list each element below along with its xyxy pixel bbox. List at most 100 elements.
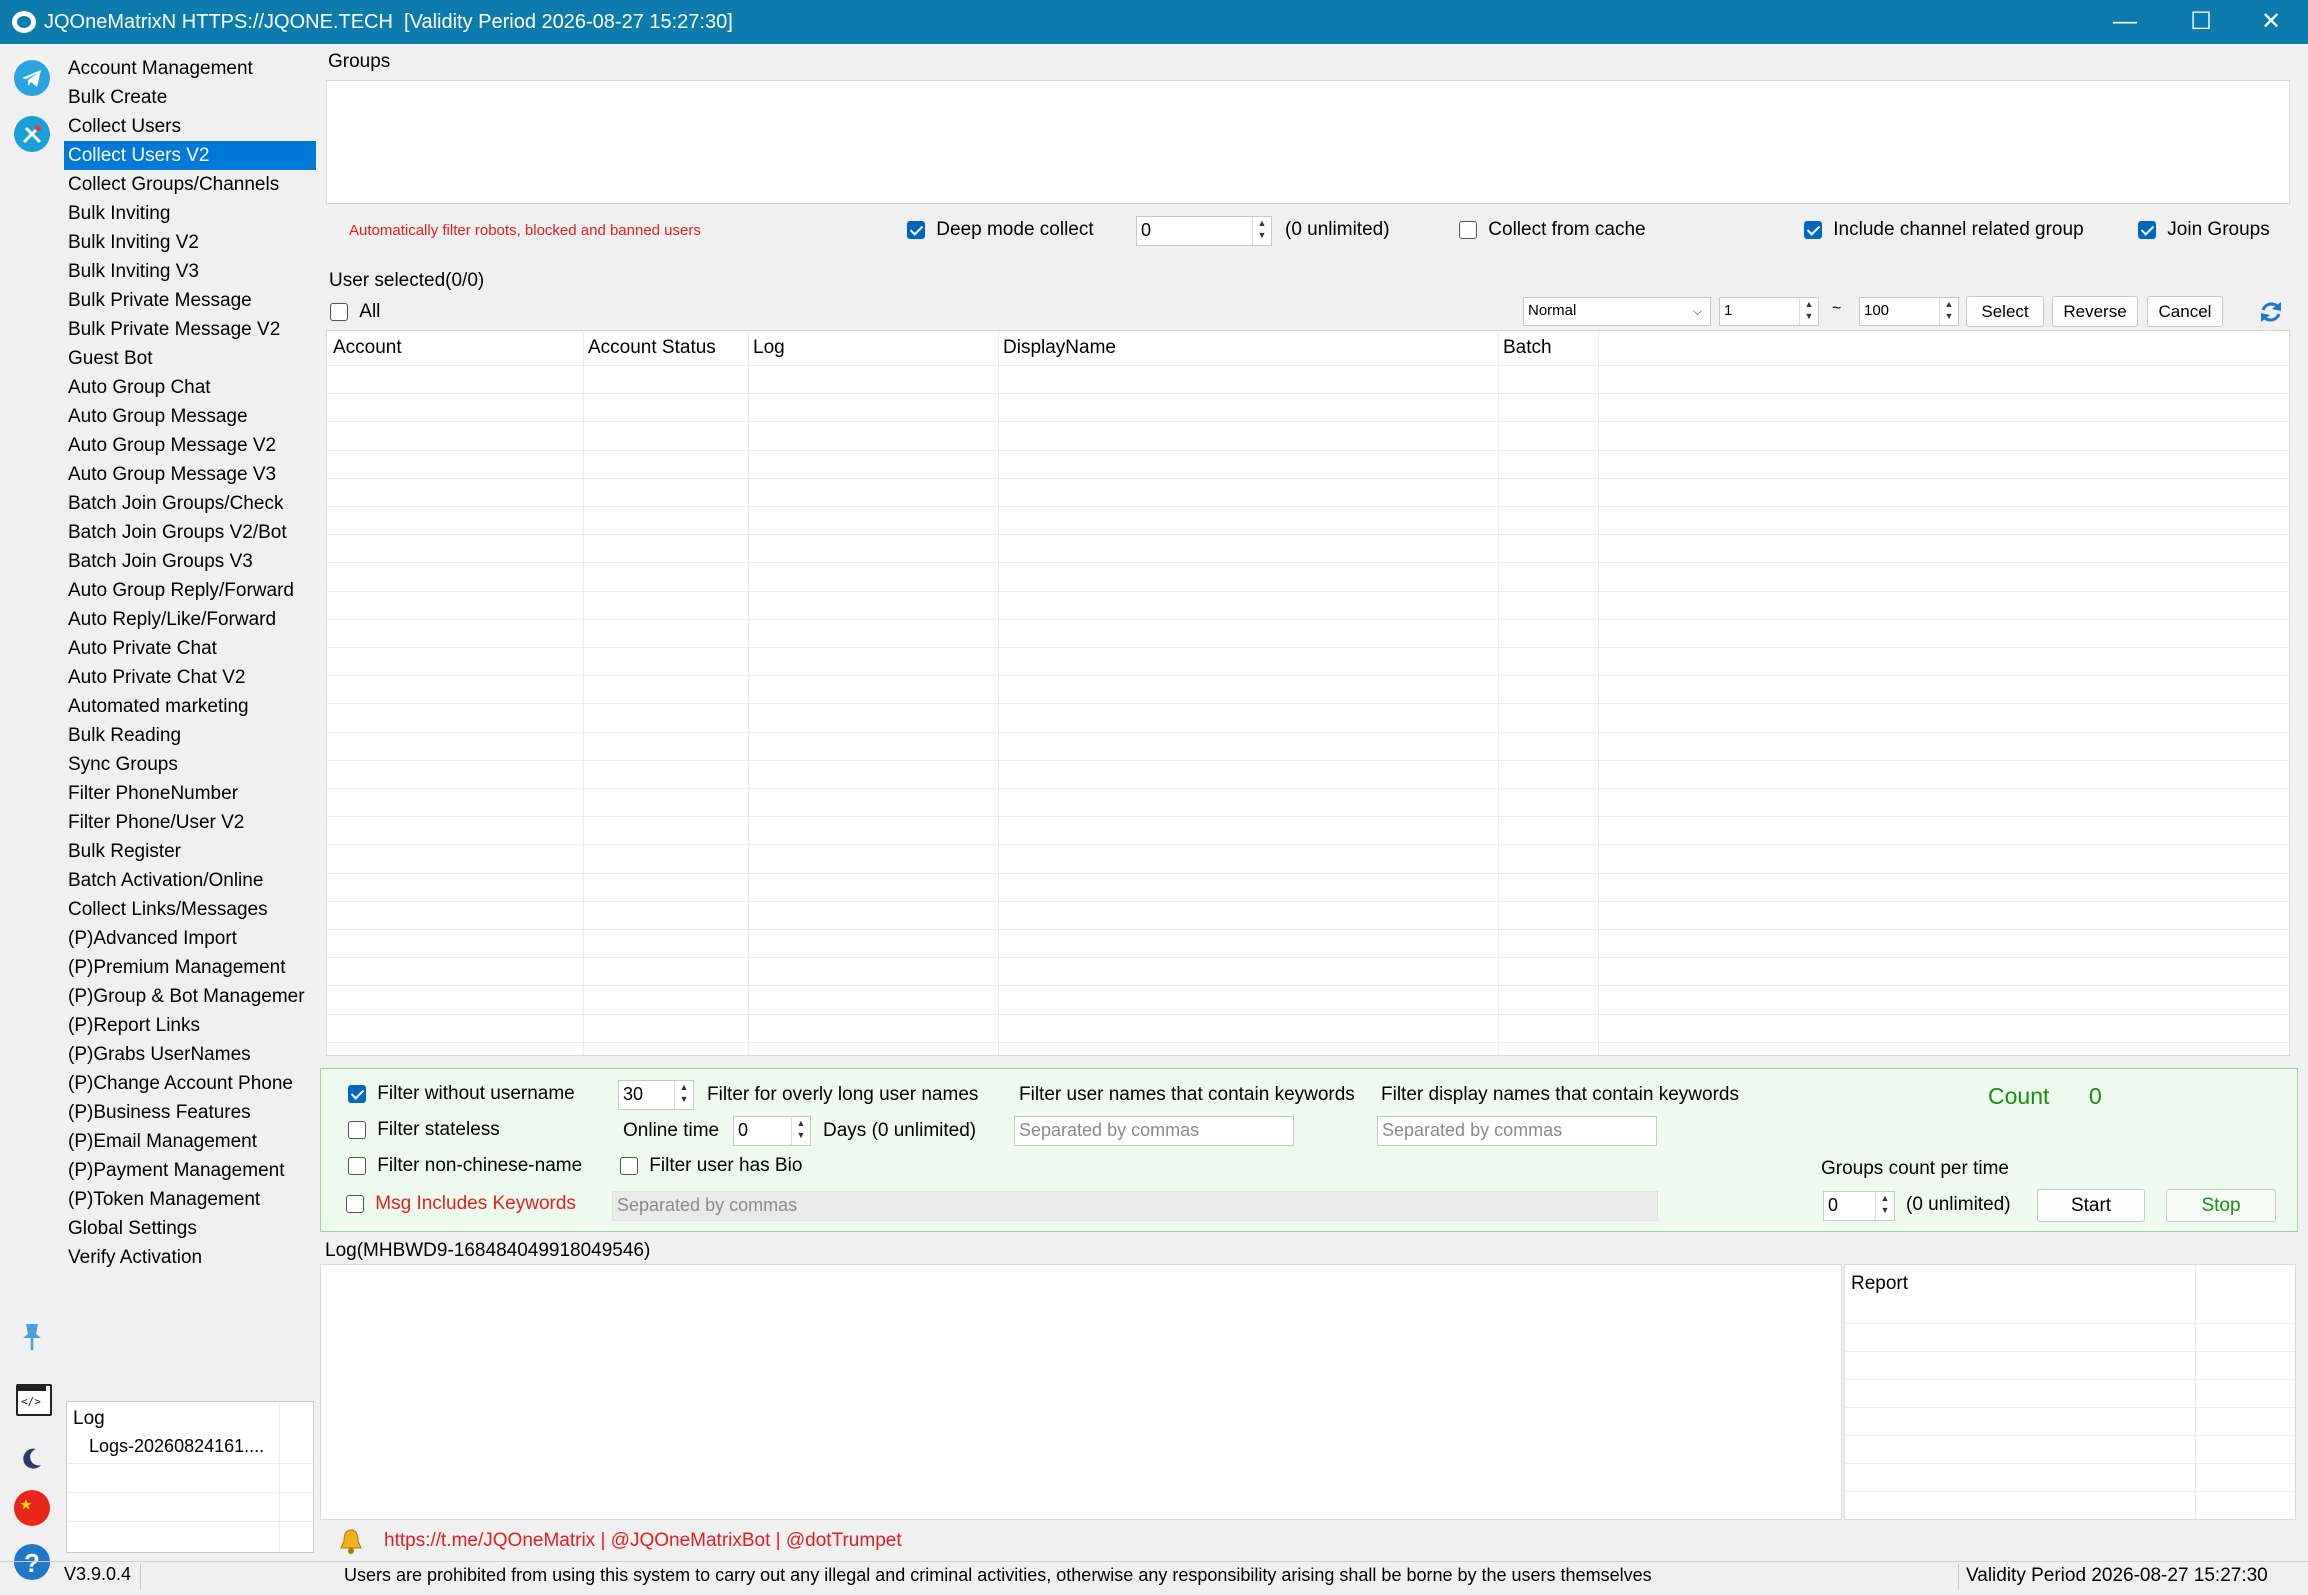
select-button[interactable]: Select xyxy=(1966,296,2044,327)
nav-item[interactable]: Collect Users xyxy=(64,112,316,141)
nav-item[interactable]: Auto Reply/Like/Forward xyxy=(64,605,316,634)
column-header-log[interactable]: Log xyxy=(747,331,785,365)
column-header-batch[interactable]: Batch xyxy=(1497,331,1552,365)
filter-has-bio-check[interactable] xyxy=(620,1156,638,1175)
bell-icon[interactable] xyxy=(338,1527,364,1555)
pin-icon[interactable] xyxy=(14,1318,50,1354)
code-icon[interactable]: </> xyxy=(16,1384,52,1416)
nav-item[interactable]: (P)Report Links xyxy=(64,1011,316,1040)
spinner-arrows-icon[interactable]: ▲ ▼ xyxy=(1939,298,1958,325)
nav-item[interactable]: (P)Token Management xyxy=(64,1185,316,1214)
stop-button[interactable]: Stop xyxy=(2166,1189,2276,1222)
deep-mode-check[interactable] xyxy=(907,220,925,239)
nav-item[interactable]: Bulk Private Message xyxy=(64,286,316,315)
report-header[interactable]: Report xyxy=(1845,1267,1908,1301)
nav-item[interactable]: Guest Bot xyxy=(64,344,316,373)
nav-item[interactable]: Account Management xyxy=(64,54,316,83)
nav-item[interactable]: (P)Advanced Import xyxy=(64,924,316,953)
help-icon[interactable]: ? xyxy=(14,1544,50,1580)
spinner-arrows-icon[interactable]: ▲ ▼ xyxy=(674,1081,693,1109)
nav-item[interactable]: Automated marketing xyxy=(64,692,316,721)
nav-item[interactable]: Auto Group Reply/Forward xyxy=(64,576,316,605)
spinner-arrows-icon[interactable]: ▲ ▼ xyxy=(1875,1192,1894,1220)
tools-icon[interactable] xyxy=(14,116,50,152)
spinner-arrows-icon[interactable]: ▲ ▼ xyxy=(1252,217,1271,245)
nav-item[interactable]: Batch Join Groups V2/Bot xyxy=(64,518,316,547)
spinner-arrows-icon[interactable]: ▲ ▼ xyxy=(1799,298,1818,325)
join-groups-check[interactable] xyxy=(2138,220,2156,239)
nav-item[interactable]: (P)Grabs UserNames xyxy=(64,1040,316,1069)
mode-select[interactable]: Normal ⌵ xyxy=(1523,297,1711,326)
nav-item[interactable]: Bulk Inviting V3 xyxy=(64,257,316,286)
nav-item[interactable]: Bulk Inviting V2 xyxy=(64,228,316,257)
log-output[interactable] xyxy=(320,1264,1842,1520)
nav-item[interactable]: Batch Activation/Online xyxy=(64,866,316,895)
start-button[interactable]: Start xyxy=(2037,1189,2145,1222)
nav-item[interactable]: Filter PhoneNumber xyxy=(64,779,316,808)
channel-related-check[interactable] xyxy=(1804,220,1822,239)
nav-item[interactable]: Global Settings xyxy=(64,1214,316,1243)
groups-per-time-input[interactable]: 0 ▲ ▼ xyxy=(1823,1191,1895,1221)
nav-item[interactable]: Auto Group Message V3 xyxy=(64,460,316,489)
nav-item[interactable]: Bulk Reading xyxy=(64,721,316,750)
sidebar-log-entry[interactable]: Logs-20260824161.... xyxy=(89,1436,264,1457)
nav-item[interactable]: (P)Change Account Phone xyxy=(64,1069,316,1098)
nav-item[interactable]: Auto Private Chat xyxy=(64,634,316,663)
filter-stateless-check[interactable] xyxy=(348,1120,366,1139)
groups-textarea[interactable] xyxy=(326,80,2290,204)
msg-keywords-checkbox[interactable]: Msg Includes Keywords xyxy=(346,1193,576,1215)
filter-non-chinese-check[interactable] xyxy=(348,1156,366,1175)
nav-item[interactable]: (P)Business Features xyxy=(64,1098,316,1127)
report-table[interactable]: Report xyxy=(1844,1264,2296,1520)
channel-related-checkbox[interactable]: Include channel related group xyxy=(1804,219,2084,241)
nav-item[interactable]: (P)Group & Bot Managemer xyxy=(64,982,316,1011)
nav-item[interactable]: Auto Group Message V2 xyxy=(64,431,316,460)
column-header-account-status[interactable]: Account Status xyxy=(582,331,716,365)
online-time-input[interactable]: 0 ▲ ▼ xyxy=(733,1116,811,1146)
moon-icon[interactable] xyxy=(14,1440,50,1476)
nav-item[interactable]: Auto Group Message xyxy=(64,402,316,431)
nav-item[interactable]: Sync Groups xyxy=(64,750,316,779)
nav-item[interactable]: Auto Private Chat V2 xyxy=(64,663,316,692)
deep-mode-checkbox[interactable]: Deep mode collect xyxy=(907,219,1094,241)
filter-without-username-checkbox[interactable]: Filter without username xyxy=(348,1083,575,1105)
close-button[interactable]: ✕ xyxy=(2236,0,2306,44)
maximize-button[interactable]: ☐ xyxy=(2166,0,2236,44)
select-all-checkbox[interactable]: All xyxy=(330,301,380,323)
nav-item[interactable]: Bulk Register xyxy=(64,837,316,866)
nav-item[interactable]: Batch Join Groups V3 xyxy=(64,547,316,576)
range-to-input[interactable]: 100 ▲ ▼ xyxy=(1859,297,1959,326)
collect-from-cache-checkbox[interactable]: Collect from cache xyxy=(1459,219,1646,241)
join-groups-checkbox[interactable]: Join Groups xyxy=(2138,219,2270,241)
column-header-account[interactable]: Account xyxy=(327,331,402,365)
range-from-input[interactable]: 1 ▲ ▼ xyxy=(1719,297,1819,326)
reverse-button[interactable]: Reverse xyxy=(2052,296,2138,327)
nav-item[interactable]: Bulk Inviting xyxy=(64,199,316,228)
nav-item[interactable]: Collect Groups/Channels xyxy=(64,170,316,199)
deep-mode-count-input[interactable]: 0 ▲ ▼ xyxy=(1136,216,1272,246)
nav-item[interactable]: (P)Payment Management xyxy=(64,1156,316,1185)
refresh-icon[interactable] xyxy=(2257,298,2285,326)
minimize-button[interactable]: — xyxy=(2090,0,2160,44)
spinner-arrows-icon[interactable]: ▲ ▼ xyxy=(791,1117,810,1145)
select-all-check[interactable] xyxy=(330,302,348,321)
nav-item[interactable]: Collect Links/Messages xyxy=(64,895,316,924)
user-keywords-input[interactable]: Separated by commas xyxy=(1014,1116,1294,1146)
filter-without-username-check[interactable] xyxy=(348,1084,366,1103)
collect-from-cache-check[interactable] xyxy=(1459,220,1477,239)
filter-stateless-checkbox[interactable]: Filter stateless xyxy=(348,1119,500,1141)
nav-item[interactable]: (P)Premium Management xyxy=(64,953,316,982)
community-links[interactable]: https://t.me/JQOneMatrix | @JQOneMatrixB… xyxy=(384,1530,902,1552)
cancel-button[interactable]: Cancel xyxy=(2147,296,2223,327)
user-table[interactable]: Account Account Status Log DisplayName B… xyxy=(326,330,2290,1056)
filter-non-chinese-checkbox[interactable]: Filter non-chinese-name xyxy=(348,1155,582,1177)
nav-item[interactable]: Collect Users V2 xyxy=(64,141,316,170)
display-keywords-input[interactable]: Separated by commas xyxy=(1377,1116,1657,1146)
msg-keywords-check[interactable] xyxy=(346,1194,364,1213)
nav-item[interactable]: Bulk Private Message V2 xyxy=(64,315,316,344)
china-flag-icon[interactable] xyxy=(14,1490,50,1526)
column-header-display-name[interactable]: DisplayName xyxy=(997,331,1116,365)
msg-keywords-input[interactable]: Separated by commas xyxy=(612,1191,1658,1221)
nav-item[interactable]: (P)Email Management xyxy=(64,1127,316,1156)
title-bar[interactable]: JQOneMatrixN HTTPS://JQONE.TECH [Validit… xyxy=(0,0,2308,44)
